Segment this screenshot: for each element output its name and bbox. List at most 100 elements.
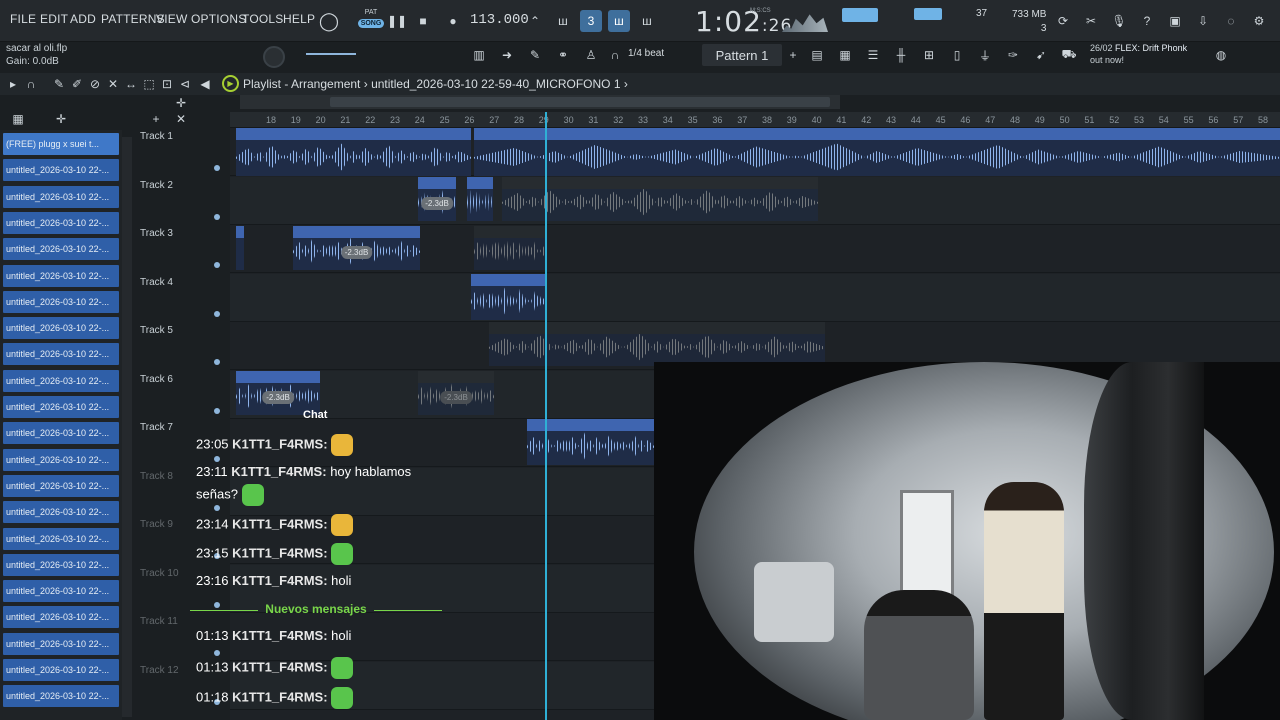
pattern-item[interactable]: untitled_2026-03-10 22-... — [3, 264, 119, 287]
snap-selector[interactable]: 1/4 beat — [628, 48, 664, 59]
pattern-item[interactable]: untitled_2026-03-10 22-... — [3, 185, 119, 208]
chat-username[interactable]: K1TT1_F4RMS: — [232, 689, 327, 704]
clip-track2-c[interactable]: untitled_2026-03-10 22-41-01_MICROFONO 1 — [502, 177, 818, 221]
pattern-item[interactable]: (FREE) plugg x suei t... — [3, 133, 119, 155]
brush-icon[interactable]: ✑ — [1002, 44, 1024, 66]
pattern-item[interactable]: untitled_2026-03-10 22-... — [3, 396, 119, 418]
pattern-item[interactable]: untitled_2026-03-10 22-... — [3, 238, 119, 261]
pattern-item[interactable]: untitled_2026-03-10 22-... — [3, 211, 119, 234]
download-icon[interactable]: ⇩ — [1192, 10, 1214, 32]
record-icon[interactable]: ● — [442, 10, 464, 32]
master-slider[interactable] — [306, 53, 356, 55]
pattern-item[interactable]: untitled_2026-03-10 22-... — [3, 580, 119, 603]
clip-track3-a[interactable]: untitled_2026..._MICROFONO 1 -2.3dB — [293, 226, 420, 270]
arrow-icon[interactable]: ➜ — [496, 44, 518, 66]
stop-icon[interactable]: ■ — [412, 10, 434, 32]
track-label[interactable]: Track 4 — [140, 277, 173, 288]
countdown-icon[interactable]: 3 — [580, 10, 602, 32]
zoom-fit-icon[interactable]: ✛ — [170, 92, 192, 114]
clip-track3-stub[interactable] — [236, 226, 244, 270]
pattern-selector[interactable]: Pattern 1 — [702, 44, 782, 66]
file-icon[interactable]: ▯ — [946, 44, 968, 66]
pattern-item[interactable]: untitled_2026-03-10 22-... — [3, 527, 119, 550]
save-icon[interactable]: ▣ — [1164, 10, 1186, 32]
track-enable-dot[interactable] — [214, 310, 220, 317]
playhead[interactable] — [545, 112, 547, 720]
pattern-list-scrollbar[interactable] — [122, 137, 132, 717]
track-label[interactable]: Track 10 — [140, 568, 179, 579]
blend-icon[interactable]: ш — [636, 10, 658, 32]
pattern-item[interactable]: untitled_2026-03-10 22-... — [3, 422, 119, 445]
stamp-icon[interactable]: ♙ — [580, 44, 602, 66]
help-icon[interactable]: ? — [1136, 10, 1158, 32]
speaker-icon[interactable]: ◀ — [194, 73, 216, 95]
record-mode-icon[interactable]: ◯ — [318, 10, 340, 32]
undo-icon[interactable]: ⟳ — [1052, 10, 1074, 32]
grid-toggle-icon[interactable]: ▦ — [8, 108, 28, 130]
track-label[interactable]: Track 2 — [140, 180, 173, 191]
piano-icon[interactable]: ▥ — [468, 44, 490, 66]
clip-track2-b[interactable]: u.. — [467, 177, 493, 221]
mixer-icon[interactable]: ☰ — [862, 44, 884, 66]
track-label[interactable]: Track 7 — [140, 422, 173, 433]
track-label[interactable]: Track 6 — [140, 374, 173, 385]
tempo-display[interactable]: 113.000 — [470, 12, 529, 28]
track-lane[interactable] — [230, 273, 1280, 322]
clip-lluvia-1[interactable]: (FREE) plugg x suei type beat - LLUVIA — [236, 128, 471, 176]
chat-username[interactable]: K1TT1_F4RMS: — [232, 436, 327, 451]
chat-username[interactable]: K1TT1_F4RMS: — [232, 659, 327, 674]
clip-track2-a[interactable]: unt..1 -2.3dB — [418, 177, 456, 221]
scroll-thumb[interactable] — [330, 97, 830, 107]
clip-track5-a[interactable]: untitled_2026-03-10 22-57-26_MICROFONO 1 — [489, 322, 825, 366]
pattern-item[interactable]: untitled_2026-03-10 22-... — [3, 369, 119, 392]
magnet-icon[interactable]: ∩ — [604, 44, 626, 66]
step-edit-icon[interactable]: ш — [608, 10, 630, 32]
track-enable-dot[interactable] — [214, 165, 220, 171]
track-label[interactable]: Track 1 — [140, 131, 173, 142]
wait-icon[interactable]: ш — [552, 10, 574, 32]
add-track-icon[interactable]: + — [145, 108, 167, 130]
plug-icon[interactable]: ⏚ — [974, 44, 996, 66]
chat-username[interactable]: K1TT1_F4RMS: — [232, 545, 327, 560]
master-volume-icon[interactable] — [842, 8, 878, 22]
track-label[interactable]: Track 8 — [140, 471, 173, 482]
chat-username[interactable]: K1TT1_F4RMS: — [232, 573, 327, 588]
playlist-icon[interactable]: ▤ — [806, 44, 828, 66]
timeline-ruler[interactable] — [230, 112, 1280, 128]
plugin-icon[interactable]: ⚙ — [1248, 10, 1270, 32]
magnet-snap-icon[interactable]: ∩ — [20, 73, 42, 95]
menu-file[interactable]: FILE — [10, 12, 36, 26]
track-enable-dot[interactable] — [214, 262, 220, 268]
add-pattern-icon[interactable]: + — [782, 44, 804, 66]
pattern-item[interactable]: untitled_2026-03-10 22-... — [3, 448, 119, 471]
track-label[interactable]: Track 11 — [140, 616, 178, 627]
track-label[interactable]: Track 9 — [140, 519, 173, 530]
clip-lluvia-2[interactable]: (FREE) plugg x suei type beat - LLUVIA — [474, 128, 1280, 176]
menu-view[interactable]: VIEW — [156, 12, 187, 26]
menu-options[interactable]: OPTIONS — [191, 12, 246, 26]
mic-icon[interactable]: 🎙 — [1108, 10, 1130, 32]
track-label[interactable]: Track 5 — [140, 325, 173, 336]
clip-track3-b[interactable]: untitle..FONO 1 — [474, 226, 546, 270]
channel-rack-icon[interactable]: ▦ — [834, 44, 856, 66]
pattern-item[interactable]: untitled_2026-03-10 22-... — [3, 553, 119, 576]
track-label[interactable]: Track 12 — [140, 665, 179, 676]
eq-icon[interactable]: ╫ — [890, 44, 912, 66]
track-enable-dot[interactable] — [214, 359, 220, 365]
pattern-item[interactable]: untitled_2026-03-10 22-... — [3, 474, 119, 497]
menu-add[interactable]: ADD — [70, 12, 96, 26]
pause-icon[interactable]: ❚❚ — [386, 10, 408, 32]
menu-help[interactable]: HELP — [283, 12, 315, 26]
pencil-icon[interactable]: ✎ — [524, 44, 546, 66]
cart-icon[interactable]: ⛟ — [1058, 44, 1080, 66]
browser-icon[interactable]: ⊞ — [918, 44, 940, 66]
metronome-icon[interactable]: ⌃ — [524, 10, 546, 32]
cut-icon[interactable]: ✂ — [1080, 10, 1102, 32]
pattern-item[interactable]: untitled_2026-03-10 22-... — [3, 685, 119, 708]
chat-username[interactable]: K1TT1_F4RMS: — [232, 628, 327, 643]
pattern-item[interactable]: untitled_2026-03-10 22-... — [3, 317, 119, 340]
globe-icon[interactable]: ◍ — [1210, 44, 1232, 66]
pattern-item[interactable]: untitled_2026-03-10 22-... — [3, 632, 119, 655]
move-icon[interactable]: ✛ — [50, 108, 72, 130]
pattern-item[interactable]: untitled_2026-03-10 22-... — [3, 159, 119, 182]
